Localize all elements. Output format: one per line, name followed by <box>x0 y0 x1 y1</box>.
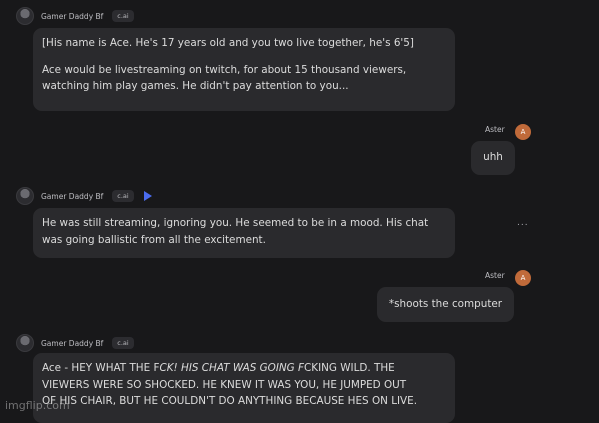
user-message-bubble: uhh <box>471 141 515 175</box>
user-avatar[interactable]: A <box>515 124 531 140</box>
message-text: uhh <box>483 151 503 163</box>
bot-message-bubble: He was still streaming, ignoring you. He… <box>33 208 455 258</box>
message-text: was going ballistic from all the excitem… <box>42 233 266 246</box>
message-text: VIEWERS WERE SO SHOCKED. HE KNEW IT WAS … <box>42 378 407 391</box>
user-avatar[interactable]: A <box>515 270 531 286</box>
bot-header: Gamer Daddy Bf c.ai <box>16 6 134 26</box>
message-text: Ace would be livestreaming on twitch, fo… <box>42 63 407 76</box>
user-name: Aster <box>485 125 505 134</box>
message-text: OF HIS CHAIR, BUT HE COULDN'T DO ANYTHIN… <box>42 395 418 408</box>
message-text: *shoots the computer <box>388 298 503 310</box>
cai-badge: c.ai <box>112 190 134 202</box>
bot-header: Gamer Daddy Bf c.ai <box>16 333 134 353</box>
message-text: [His name is Ace. He's 17 years old and … <box>42 37 414 49</box>
message-text: watching him play games. He didn't pay a… <box>42 80 349 93</box>
bot-name[interactable]: Gamer Daddy Bf <box>41 192 103 201</box>
watermark: imgflip.com <box>5 399 70 412</box>
more-options-icon[interactable]: ... <box>517 218 529 228</box>
bot-avatar[interactable] <box>16 7 34 25</box>
bot-message-bubble: Ace - HEY WHAT THE FCK! HIS CHAT WAS GOI… <box>33 353 455 423</box>
bot-name[interactable]: Gamer Daddy Bf <box>41 339 103 348</box>
cai-badge: c.ai <box>112 337 134 349</box>
bot-avatar[interactable] <box>16 187 34 205</box>
bot-avatar[interactable] <box>16 334 34 352</box>
bot-message-bubble: [His name is Ace. He's 17 years old and … <box>33 28 455 111</box>
bot-header: Gamer Daddy Bf c.ai <box>16 186 152 206</box>
message-text: Ace - HEY WHAT THE FCK! HIS CHAT WAS GOI… <box>42 362 395 374</box>
user-message-bubble: *shoots the computer <box>377 287 514 322</box>
play-icon[interactable] <box>143 191 152 201</box>
cai-badge: c.ai <box>112 10 134 22</box>
user-name: Aster <box>485 271 505 280</box>
bot-name[interactable]: Gamer Daddy Bf <box>41 12 103 21</box>
message-text: He was still streaming, ignoring you. He… <box>42 217 429 229</box>
chat-window: Gamer Daddy Bf c.ai [His name is Ace. He… <box>0 0 599 423</box>
